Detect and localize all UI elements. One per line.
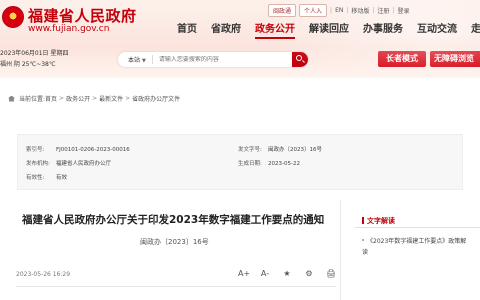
weather-display: 福州 阴 25℃~38℃ xyxy=(0,61,56,68)
lang-link[interactable]: EN xyxy=(335,7,343,14)
print-icon[interactable]: 🖨 xyxy=(326,269,336,278)
personal-link[interactable]: 个人入 xyxy=(299,4,328,17)
nav-item-government[interactable]: 省政府 xyxy=(204,22,248,38)
meta-validity: 有效性: 有效 xyxy=(26,175,68,181)
barrier-free-button[interactable]: 无障碍浏览 xyxy=(430,51,480,67)
emblem-icon xyxy=(2,6,24,28)
document-number: 闽政办〔2023〕16号 xyxy=(140,238,209,246)
breadcrumb-separator: > xyxy=(92,95,98,102)
nav-item-interpretation[interactable]: 解读回应 xyxy=(302,22,356,38)
meta-index: 索引号: FJ00101-0206-2023-00016 xyxy=(26,147,130,153)
breadcrumb-office-docs[interactable]: 省政府办公厅文件 xyxy=(132,94,180,103)
main-nav: 首页 省政府 政务公开 解读回应 办事服务 互动交流 走进福建 xyxy=(170,22,480,38)
font-decrease-button[interactable]: A- xyxy=(260,269,270,278)
search-scope-select[interactable]: 本站 ▼ xyxy=(118,55,152,64)
nav-item-home[interactable]: 首页 xyxy=(170,22,204,38)
login-link[interactable]: 登录 xyxy=(397,6,409,15)
separator: | xyxy=(392,7,395,14)
nav-item-interaction[interactable]: 互动交流 xyxy=(410,22,464,38)
sidebar-heading: 文字解读 xyxy=(362,216,395,226)
breadcrumb-latest[interactable]: 最新文件 xyxy=(99,94,123,103)
account-link[interactable]: 闽政通 xyxy=(268,4,297,17)
breadcrumb-prefix: 当前位置: xyxy=(19,96,46,103)
breadcrumb-separator: > xyxy=(125,95,131,102)
font-increase-button[interactable]: A+ xyxy=(238,269,250,278)
article-tools: A+ A- ★ ⚙ 🖨 xyxy=(238,269,336,278)
star-icon[interactable]: ★ xyxy=(282,269,292,278)
search-button[interactable] xyxy=(292,52,308,67)
sidebar-divider xyxy=(340,200,341,300)
site-title[interactable]: 福建省人民政府 xyxy=(28,5,137,26)
separator: | xyxy=(372,7,375,14)
meta-docno: 发文字号: 闽政办〔2023〕16号 xyxy=(238,147,322,153)
top-links: 闽政通 个人入 | EN | 移动版 | 注册 | 登录 xyxy=(268,4,409,17)
site-url: www.fujian.gov.cn xyxy=(28,24,110,34)
breadcrumb-separator: > xyxy=(59,95,65,102)
share-icon[interactable]: ⚙ xyxy=(304,269,314,278)
bullet-icon xyxy=(362,239,364,241)
register-link[interactable]: 注册 xyxy=(377,6,389,15)
search-icon xyxy=(296,55,302,61)
chevron-down-icon: ▼ xyxy=(142,58,146,64)
elder-mode-button[interactable]: 长者模式 xyxy=(378,51,426,67)
site-header: 福建省人民政府 www.fujian.gov.cn 闽政通 个人入 | EN |… xyxy=(0,0,480,78)
breadcrumb: 当前位置: 首页 > 政务公开 > 最新文件 > 省政府办公厅文件 xyxy=(8,94,180,103)
home-icon xyxy=(8,95,15,102)
document-meta: 索引号: FJ00101-0206-2023-00016 发文字号: 闽政办〔202… xyxy=(17,134,463,190)
sidebar-link-interpretation[interactable]: 《2023年数字福建工作要点》政策解读 xyxy=(362,236,472,258)
mobile-link[interactable]: 移动版 xyxy=(351,6,369,15)
meta-date: 生成日期: 2023-05-22 xyxy=(238,161,300,167)
nav-item-about[interactable]: 走进福建 xyxy=(464,22,480,38)
separator: | xyxy=(330,7,333,14)
search-bar: 本站 ▼ xyxy=(118,52,308,67)
sidebar-rule xyxy=(355,227,480,228)
breadcrumb-home[interactable]: 首页 xyxy=(45,94,57,103)
page-title: 福建省人民政府办公厅关于印发2023年数字福建工作要点的通知 xyxy=(22,214,325,226)
search-input[interactable] xyxy=(152,56,292,63)
separator: | xyxy=(346,7,349,14)
nav-item-services[interactable]: 办事服务 xyxy=(356,22,410,38)
meta-issuer: 发布机构: 福建省人民政府办公厅 xyxy=(26,161,112,167)
nav-item-disclosure[interactable]: 政务公开 xyxy=(248,22,302,38)
breadcrumb-disclosure[interactable]: 政务公开 xyxy=(66,94,90,103)
divider xyxy=(16,286,336,287)
date-display: 2023年06月01日 星期四 xyxy=(0,50,69,57)
publish-date: 2023-05-26 16:29 xyxy=(16,271,71,278)
